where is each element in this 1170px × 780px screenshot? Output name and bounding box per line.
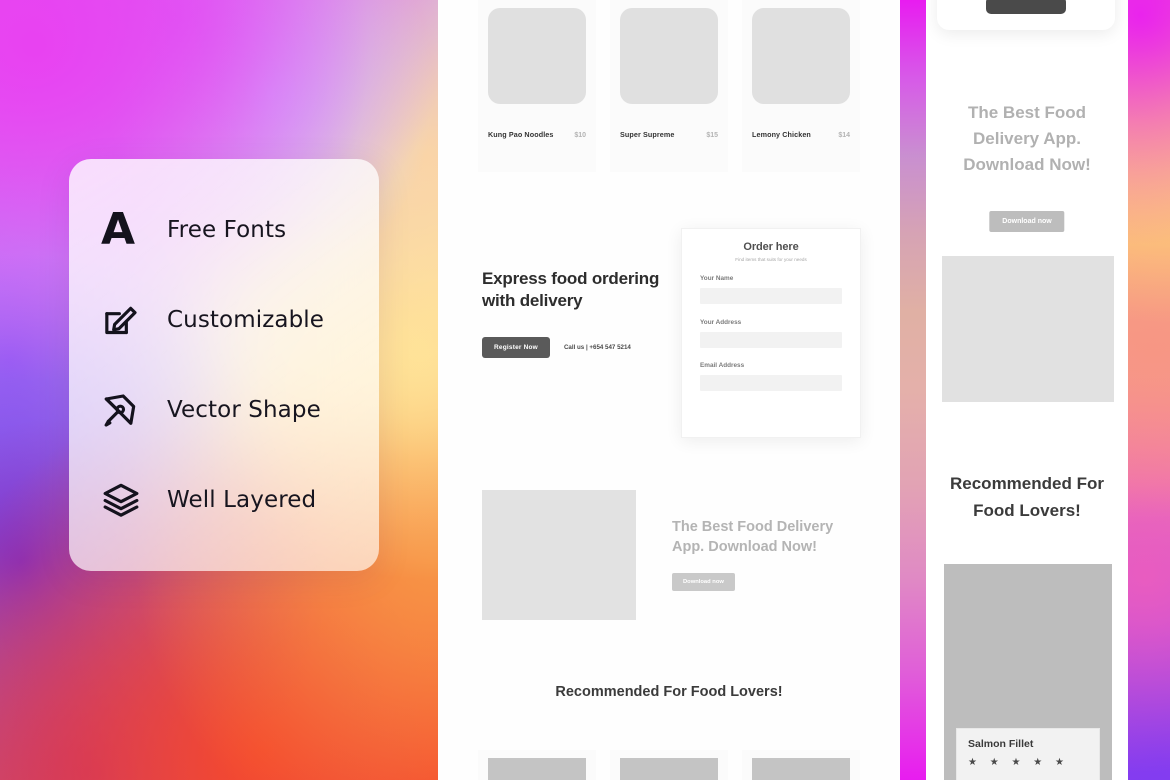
- phone-dish-card[interactable]: Salmon Fillet ★ ★ ★ ★ ★: [944, 564, 1112, 780]
- letter-a-icon: A: [101, 204, 135, 255]
- web-mockup-panel: Kung Pao Noodles $10 Super Supreme $15 L…: [438, 0, 900, 780]
- dish-label-box: Salmon Fillet ★ ★ ★ ★ ★: [956, 728, 1100, 780]
- edit-pencil-icon: [101, 300, 145, 340]
- feature-label: Customizable: [167, 307, 325, 333]
- email-address-input[interactable]: [700, 375, 842, 391]
- feature-label: Well Layered: [167, 487, 317, 513]
- food-cards-row: Kung Pao Noodles $10 Super Supreme $15 L…: [478, 0, 860, 172]
- food-name: Lemony Chicken: [752, 130, 811, 139]
- food-price: $10: [574, 132, 586, 139]
- feature-item-vector-shape[interactable]: Vector Shape: [101, 379, 379, 441]
- call-us-text: Call us | +654 547 5214: [563, 343, 631, 351]
- feature-item-free-fonts[interactable]: A Free Fonts: [101, 199, 379, 261]
- order-form-subtitle: Find items that suits for your needs: [735, 257, 807, 262]
- express-ordering-block: Express food ordering with delivery Regi…: [482, 268, 672, 358]
- left-gradient-panel: A Free Fonts Customizable Vector Shape W…: [0, 0, 438, 780]
- recommended-card[interactable]: [478, 750, 596, 780]
- feature-item-customizable[interactable]: Customizable: [101, 289, 379, 351]
- your-address-input[interactable]: [700, 331, 842, 348]
- food-price: $14: [838, 132, 850, 139]
- order-form-card: Order here Find items that suits for you…: [681, 228, 861, 438]
- recommended-image-placeholder: [488, 758, 586, 780]
- recommended-card[interactable]: [742, 750, 860, 780]
- food-price: $15: [706, 132, 718, 139]
- phone-top-card: [937, 0, 1115, 30]
- download-image-placeholder: [482, 490, 636, 620]
- download-headline: The Best Food Delivery App. Download Now…: [672, 519, 834, 555]
- field-label: Email Address: [700, 362, 745, 369]
- download-promo-block: The Best Food Delivery App. Download Now…: [482, 490, 862, 620]
- features-glass-card: A Free Fonts Customizable Vector Shape W…: [69, 159, 379, 571]
- feature-label: Free Fonts: [167, 217, 287, 243]
- field-your-address: Your Address: [700, 319, 842, 350]
- your-name-input[interactable]: [700, 288, 842, 304]
- feature-item-well-layered[interactable]: Well Layered: [101, 469, 379, 531]
- express-title: Express food ordering with delivery: [482, 269, 660, 311]
- food-card[interactable]: Lemony Chicken $14: [742, 0, 860, 172]
- field-label: Your Address: [700, 318, 742, 326]
- phone-recommended-headline: Recommended For Food Lovers!: [950, 474, 1104, 521]
- recommended-image-placeholder: [752, 758, 850, 780]
- star-rating-icon: ★ ★ ★ ★ ★: [968, 757, 1069, 768]
- dish-name: Salmon Fillet: [968, 738, 1034, 750]
- food-card[interactable]: Super Supreme $15: [610, 0, 728, 172]
- phone-download-now-button[interactable]: Download now: [989, 211, 1065, 232]
- phone-top-action-button[interactable]: [986, 0, 1066, 14]
- order-form-title: Order here: [743, 241, 799, 253]
- food-image-placeholder: [488, 8, 586, 104]
- poster-stage: A Free Fonts Customizable Vector Shape W…: [0, 0, 1170, 780]
- field-label: Your Name: [700, 275, 734, 282]
- register-now-button[interactable]: Register Now: [482, 336, 550, 358]
- phone-hero-image-placeholder: [942, 256, 1114, 402]
- food-name: Kung Pao Noodles: [488, 130, 554, 139]
- field-email-address: Email Address: [700, 362, 842, 393]
- food-image-placeholder: [752, 8, 850, 104]
- gradient-divider-strip: [900, 0, 926, 780]
- food-card[interactable]: Kung Pao Noodles $10: [478, 0, 596, 172]
- field-your-name: Your Name: [700, 275, 842, 306]
- recommended-image-placeholder: [620, 758, 718, 780]
- food-image-placeholder: [620, 8, 718, 104]
- phone-download-headline: The Best Food Delivery App. Download Now…: [963, 103, 1091, 174]
- download-now-button[interactable]: Download now: [672, 573, 735, 592]
- feature-label: Vector Shape: [167, 397, 321, 423]
- food-name: Super Supreme: [620, 130, 675, 139]
- recommended-cards-row: [478, 750, 860, 780]
- recommended-card[interactable]: [610, 750, 728, 780]
- recommended-headline: Recommended For Food Lovers!: [555, 684, 783, 700]
- mobile-mockup-panel: The Best Food Delivery App. Download Now…: [926, 0, 1128, 780]
- right-gradient-panel: [1128, 0, 1170, 780]
- pen-nib-icon: [101, 390, 145, 430]
- layers-icon: [101, 480, 145, 520]
